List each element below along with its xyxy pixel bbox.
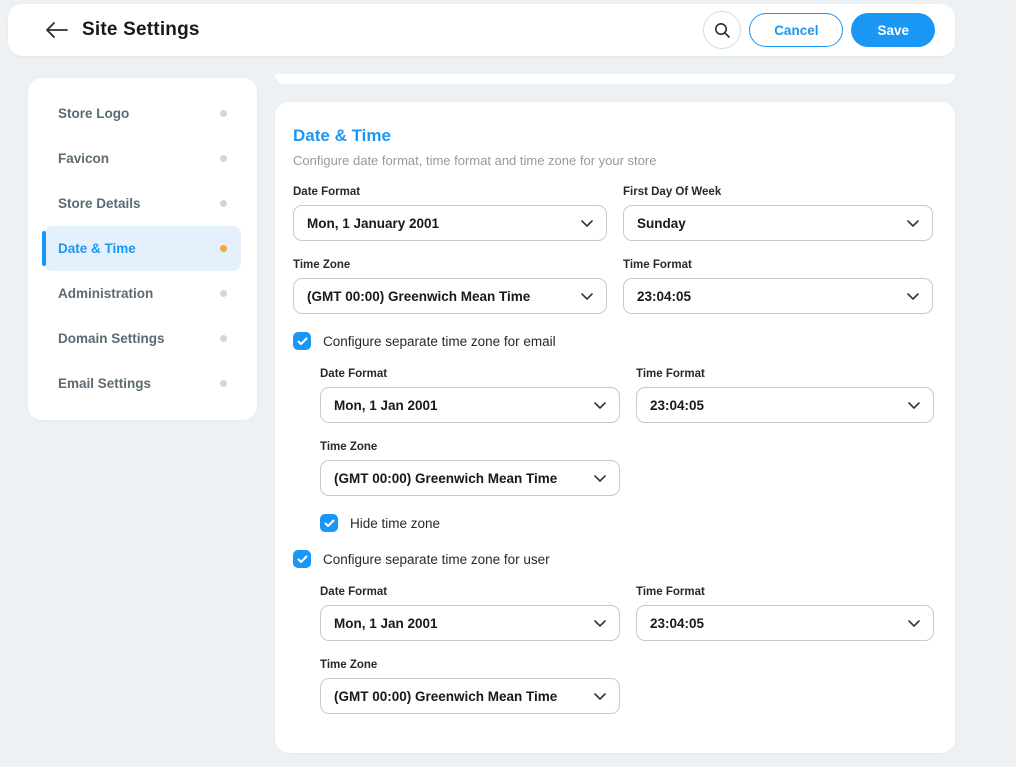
field-label: Time Zone — [320, 441, 620, 453]
search-button[interactable] — [703, 11, 741, 49]
time-format-field: Time Format 23:04:05 — [623, 259, 933, 314]
status-dot-icon — [220, 380, 227, 387]
status-dot-icon — [220, 245, 227, 252]
date-format-field: Date Format Mon, 1 January 2001 — [293, 186, 607, 241]
email-timezone-subsection: Date Format Mon, 1 Jan 2001 Time Format … — [320, 368, 933, 532]
email-date-format-field: Date Format Mon, 1 Jan 2001 — [320, 368, 620, 423]
user-time-format-select[interactable]: 23:04:05 — [636, 605, 934, 641]
checkbox-label: Hide time zone — [350, 516, 440, 531]
sidebar-item-favicon[interactable]: Favicon — [44, 136, 241, 181]
select-value: (GMT 00:00) Greenwich Mean Time — [307, 289, 530, 304]
chevron-down-icon — [908, 620, 920, 627]
search-icon — [714, 22, 731, 39]
select-value: Mon, 1 Jan 2001 — [334, 398, 438, 413]
user-date-format-field: Date Format Mon, 1 Jan 2001 — [320, 586, 620, 641]
field-label: Time Format — [636, 368, 934, 380]
checkbox-checked-icon[interactable] — [293, 332, 311, 350]
checkbox-label: Configure separate time zone for user — [323, 552, 550, 567]
email-time-format-field: Time Format 23:04:05 — [636, 368, 934, 423]
checkbox-checked-icon[interactable] — [320, 514, 338, 532]
sidebar-item-store-details[interactable]: Store Details — [44, 181, 241, 226]
sidebar-item-label: Favicon — [58, 151, 109, 166]
sidebar-item-administration[interactable]: Administration — [44, 271, 241, 316]
header-actions: Cancel Save — [703, 11, 935, 49]
user-timezone-subsection: Date Format Mon, 1 Jan 2001 Time Format … — [320, 586, 933, 714]
first-day-of-week-field: First Day Of Week Sunday — [623, 186, 933, 241]
user-time-zone-select[interactable]: (GMT 00:00) Greenwich Mean Time — [320, 678, 620, 714]
status-dot-icon — [220, 110, 227, 117]
status-dot-icon — [220, 200, 227, 207]
status-dot-icon — [220, 290, 227, 297]
select-value: 23:04:05 — [650, 398, 704, 413]
field-label: Time Zone — [293, 259, 607, 271]
sidebar-item-label: Administration — [58, 286, 153, 301]
checkbox-label: Configure separate time zone for email — [323, 334, 556, 349]
email-time-zone-field: Time Zone (GMT 00:00) Greenwich Mean Tim… — [320, 441, 620, 496]
save-button[interactable]: Save — [851, 13, 935, 47]
select-value: Sunday — [637, 216, 686, 231]
section-subtitle: Configure date format, time format and t… — [293, 153, 933, 168]
sidebar-item-label: Date & Time — [58, 241, 136, 256]
user-time-format-field: Time Format 23:04:05 — [636, 586, 934, 641]
field-label: First Day Of Week — [623, 186, 933, 198]
field-label: Date Format — [320, 586, 620, 598]
email-date-format-select[interactable]: Mon, 1 Jan 2001 — [320, 387, 620, 423]
settings-sidebar: Store Logo Favicon Store Details Date & … — [28, 78, 257, 420]
field-label: Time Format — [623, 259, 933, 271]
sidebar-item-label: Store Details — [58, 196, 141, 211]
chevron-down-icon — [581, 220, 593, 227]
page-title: Site Settings — [82, 19, 200, 41]
field-label: Date Format — [320, 368, 620, 380]
first-day-of-week-select[interactable]: Sunday — [623, 205, 933, 241]
sidebar-item-label: Store Logo — [58, 106, 129, 121]
cancel-button[interactable]: Cancel — [749, 13, 843, 47]
time-zone-field: Time Zone (GMT 00:00) Greenwich Mean Tim… — [293, 259, 607, 314]
sidebar-item-email-settings[interactable]: Email Settings — [44, 361, 241, 406]
select-value: (GMT 00:00) Greenwich Mean Time — [334, 471, 557, 486]
chevron-down-icon — [594, 693, 606, 700]
user-time-zone-field: Time Zone (GMT 00:00) Greenwich Mean Tim… — [320, 659, 620, 714]
chevron-down-icon — [908, 402, 920, 409]
date-format-select[interactable]: Mon, 1 January 2001 — [293, 205, 607, 241]
hide-time-zone-toggle[interactable]: Hide time zone — [320, 514, 933, 532]
sidebar-item-domain-settings[interactable]: Domain Settings — [44, 316, 241, 361]
select-value: (GMT 00:00) Greenwich Mean Time — [334, 689, 557, 704]
sidebar-item-label: Email Settings — [58, 376, 151, 391]
chevron-down-icon — [907, 293, 919, 300]
field-label: Time Zone — [320, 659, 620, 671]
select-value: 23:04:05 — [637, 289, 691, 304]
sidebar-item-store-logo[interactable]: Store Logo — [44, 91, 241, 136]
back-arrow-icon — [46, 22, 68, 38]
date-time-settings-card: Date & Time Configure date format, time … — [275, 102, 955, 753]
chevron-down-icon — [594, 402, 606, 409]
time-zone-select[interactable]: (GMT 00:00) Greenwich Mean Time — [293, 278, 607, 314]
chevron-down-icon — [907, 220, 919, 227]
section-title: Date & Time — [293, 126, 933, 146]
field-label: Time Format — [636, 586, 934, 598]
email-time-format-select[interactable]: 23:04:05 — [636, 387, 934, 423]
time-format-select[interactable]: 23:04:05 — [623, 278, 933, 314]
back-button[interactable] — [42, 15, 72, 45]
user-date-format-select[interactable]: Mon, 1 Jan 2001 — [320, 605, 620, 641]
field-label: Date Format — [293, 186, 607, 198]
sidebar-item-date-time[interactable]: Date & Time — [44, 226, 241, 271]
previous-section-card-edge — [275, 74, 955, 84]
select-value: 23:04:05 — [650, 616, 704, 631]
checkbox-checked-icon[interactable] — [293, 550, 311, 568]
user-timezone-toggle[interactable]: Configure separate time zone for user — [293, 550, 933, 568]
chevron-down-icon — [594, 620, 606, 627]
status-dot-icon — [220, 335, 227, 342]
sidebar-item-label: Domain Settings — [58, 331, 165, 346]
header: Site Settings Cancel Save — [8, 4, 955, 56]
email-timezone-toggle[interactable]: Configure separate time zone for email — [293, 332, 933, 350]
select-value: Mon, 1 Jan 2001 — [334, 616, 438, 631]
chevron-down-icon — [594, 475, 606, 482]
chevron-down-icon — [581, 293, 593, 300]
select-value: Mon, 1 January 2001 — [307, 216, 439, 231]
email-time-zone-select[interactable]: (GMT 00:00) Greenwich Mean Time — [320, 460, 620, 496]
status-dot-icon — [220, 155, 227, 162]
